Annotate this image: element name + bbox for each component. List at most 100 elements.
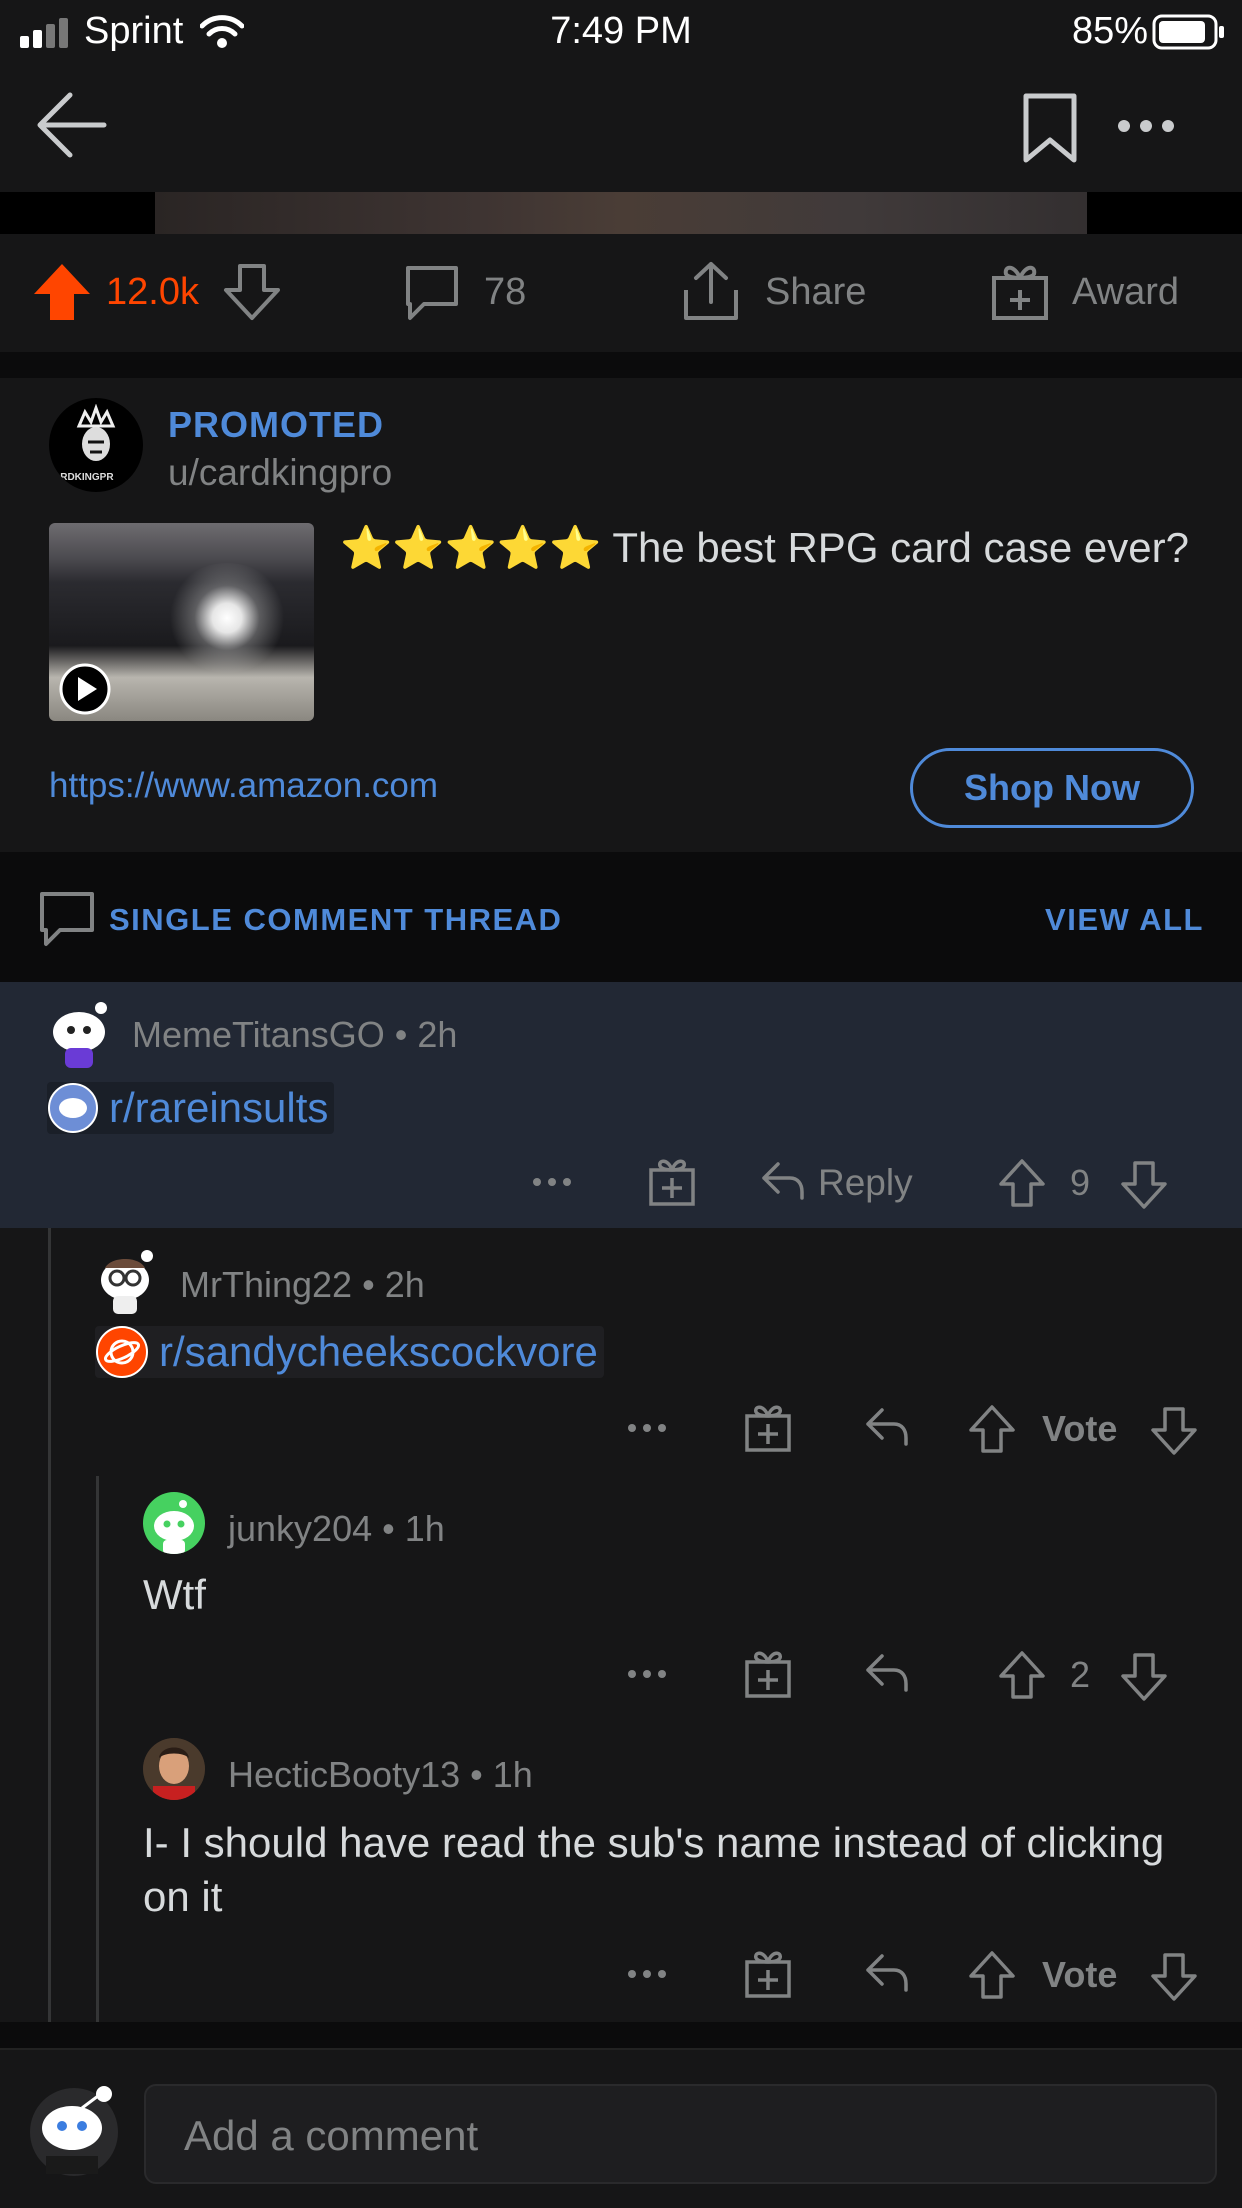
share-button[interactable]: Share — [678, 256, 878, 330]
upvote-icon[interactable] — [32, 262, 92, 322]
comment-author[interactable]: MemeTitansGO — [132, 1014, 385, 1055]
upvote-count: 12.0k — [106, 271, 199, 313]
advertiser-logo-text: ARDKINGPR — [53, 472, 114, 483]
award-icon[interactable] — [744, 1402, 792, 1454]
comment-author[interactable]: MrThing22 — [180, 1264, 352, 1305]
promoted-ad: ARDKINGPR PROMOTED u/cardkingpro ⭐⭐⭐⭐⭐ T… — [0, 378, 1242, 852]
comment-author[interactable]: junky204 — [228, 1508, 372, 1549]
avatar[interactable] — [95, 1248, 157, 1314]
separator-dot: • — [362, 1264, 385, 1305]
post-action-bar: 12.0k 78 Share Award — [0, 234, 1242, 352]
comment-time: 2h — [417, 1014, 458, 1055]
share-icon — [684, 262, 738, 320]
comment-mrthing22: MrThing22 • 2h r/sandycheekscockvore Vot… — [0, 1228, 1242, 1472]
comment-thread-icon — [40, 892, 94, 946]
comment-thread: MrThing22 • 2h r/sandycheekscockvore Vot… — [0, 1228, 1242, 2022]
back-arrow-icon[interactable] — [34, 90, 108, 160]
award-icon — [992, 265, 1048, 320]
more-icon[interactable] — [627, 1422, 667, 1434]
advertiser-avatar[interactable]: ARDKINGPR — [49, 398, 143, 492]
comment-memetitansgo: MemeTitansGO • 2h r/rareinsults Reply 9 — [0, 982, 1242, 1228]
snoo-avatar-icon — [53, 1002, 107, 1068]
snoo-avatar-icon — [101, 1250, 153, 1314]
comment-time: 2h — [384, 1264, 425, 1305]
subreddit-icon — [48, 1083, 98, 1133]
single-comment-thread-bar: SINGLE COMMENT THREAD VIEW ALL — [0, 852, 1242, 982]
subreddit-icon — [96, 1326, 148, 1378]
vote-label: Vote — [1042, 1954, 1118, 1995]
current-user-avatar[interactable] — [26, 2078, 122, 2180]
award-button[interactable]: Award — [988, 256, 1218, 330]
share-label: Share — [765, 271, 867, 313]
nav-bar — [0, 62, 1242, 192]
promoted-label: PROMOTED — [168, 404, 385, 445]
downvote-icon[interactable] — [1120, 1160, 1168, 1210]
post-media-strip[interactable] — [0, 192, 1242, 234]
downvote-icon[interactable] — [1150, 1406, 1198, 1456]
vote-count: 2 — [1070, 1654, 1091, 1695]
ad-video-thumbnail[interactable] — [49, 523, 314, 721]
comment-icon — [406, 266, 458, 320]
reply-icon[interactable] — [864, 1406, 910, 1448]
view-all-link[interactable]: VIEW ALL — [1045, 902, 1204, 938]
add-comment-input[interactable]: Add a comment — [144, 2084, 1217, 2184]
ad-title[interactable]: ⭐⭐⭐⭐⭐ The best RPG card case ever? — [340, 520, 1220, 576]
status-bar: Sprint 7:49 PM 85% — [0, 0, 1242, 62]
separator-dot: • — [382, 1508, 405, 1549]
ad-link[interactable]: https://www.amazon.com — [49, 766, 438, 806]
snoo-avatar-icon — [30, 2086, 118, 2176]
reply-icon[interactable] — [864, 1652, 910, 1694]
advertiser-username[interactable]: u/cardkingpro — [168, 452, 392, 494]
play-icon[interactable] — [59, 663, 111, 715]
downvote-icon[interactable] — [222, 262, 282, 322]
more-icon[interactable] — [627, 1968, 667, 1980]
comments-button[interactable]: 78 — [400, 256, 580, 330]
shop-now-button[interactable]: Shop Now — [910, 748, 1194, 828]
upvote-icon[interactable] — [998, 1158, 1046, 1208]
comment-composer: Add a comment — [0, 2048, 1242, 2208]
comment-junky204: junky204 • 1h Wtf 2 — [0, 1474, 1242, 1718]
upvote-icon[interactable] — [998, 1650, 1046, 1700]
comment-count: 78 — [484, 271, 527, 313]
comment-actions: Reply 9 — [0, 1154, 1242, 1216]
clock: 7:49 PM — [550, 10, 692, 52]
bookmark-icon[interactable] — [1022, 92, 1078, 164]
profile-photo-icon — [143, 1738, 205, 1800]
separator-dot: • — [470, 1754, 493, 1795]
more-icon[interactable] — [532, 1176, 572, 1188]
award-icon[interactable] — [648, 1156, 696, 1208]
subreddit-link[interactable]: r/rareinsults — [47, 1082, 335, 1134]
downvote-icon[interactable] — [1150, 1952, 1198, 2002]
comment-author[interactable]: HecticBooty13 — [228, 1754, 460, 1795]
reply-button[interactable]: Reply — [818, 1162, 913, 1204]
comment-actions: Vote — [0, 1400, 1242, 1462]
upvote-icon[interactable] — [968, 1404, 1016, 1454]
thread-label: SINGLE COMMENT THREAD — [109, 902, 563, 937]
crown-logo-icon — [76, 404, 116, 461]
reply-icon[interactable] — [760, 1160, 806, 1202]
avatar[interactable] — [143, 1738, 205, 1800]
battery-icon — [1152, 14, 1224, 50]
subreddit-link[interactable]: r/sandycheekscockvore — [95, 1326, 604, 1378]
more-icon[interactable] — [627, 1668, 667, 1680]
award-icon[interactable] — [744, 1948, 792, 2000]
comment-body: Wtf — [143, 1571, 206, 1618]
separator-dot: • — [394, 1014, 418, 1055]
award-label: Award — [1072, 271, 1180, 313]
battery-percent: 85% — [1071, 10, 1148, 52]
comment-body: I- I should have read the sub's name ins… — [143, 1819, 1165, 1920]
avatar[interactable] — [143, 1492, 205, 1554]
more-icon[interactable] — [1116, 118, 1176, 134]
vote-label: Vote — [1042, 1408, 1118, 1449]
upvote-icon[interactable] — [968, 1950, 1016, 2000]
comment-hecticbooty13: HecticBooty13 • 1h I- I should have read… — [0, 1720, 1242, 2020]
comment-time: 1h — [404, 1508, 445, 1549]
comment-actions: Vote — [0, 1946, 1242, 2008]
avatar[interactable] — [49, 1002, 111, 1068]
downvote-icon[interactable] — [1120, 1652, 1168, 1702]
reply-icon[interactable] — [864, 1952, 910, 1994]
post-image[interactable] — [155, 192, 1087, 234]
award-icon[interactable] — [744, 1648, 792, 1700]
comment-actions: 2 — [0, 1646, 1242, 1708]
vote-count: 9 — [1070, 1162, 1091, 1203]
